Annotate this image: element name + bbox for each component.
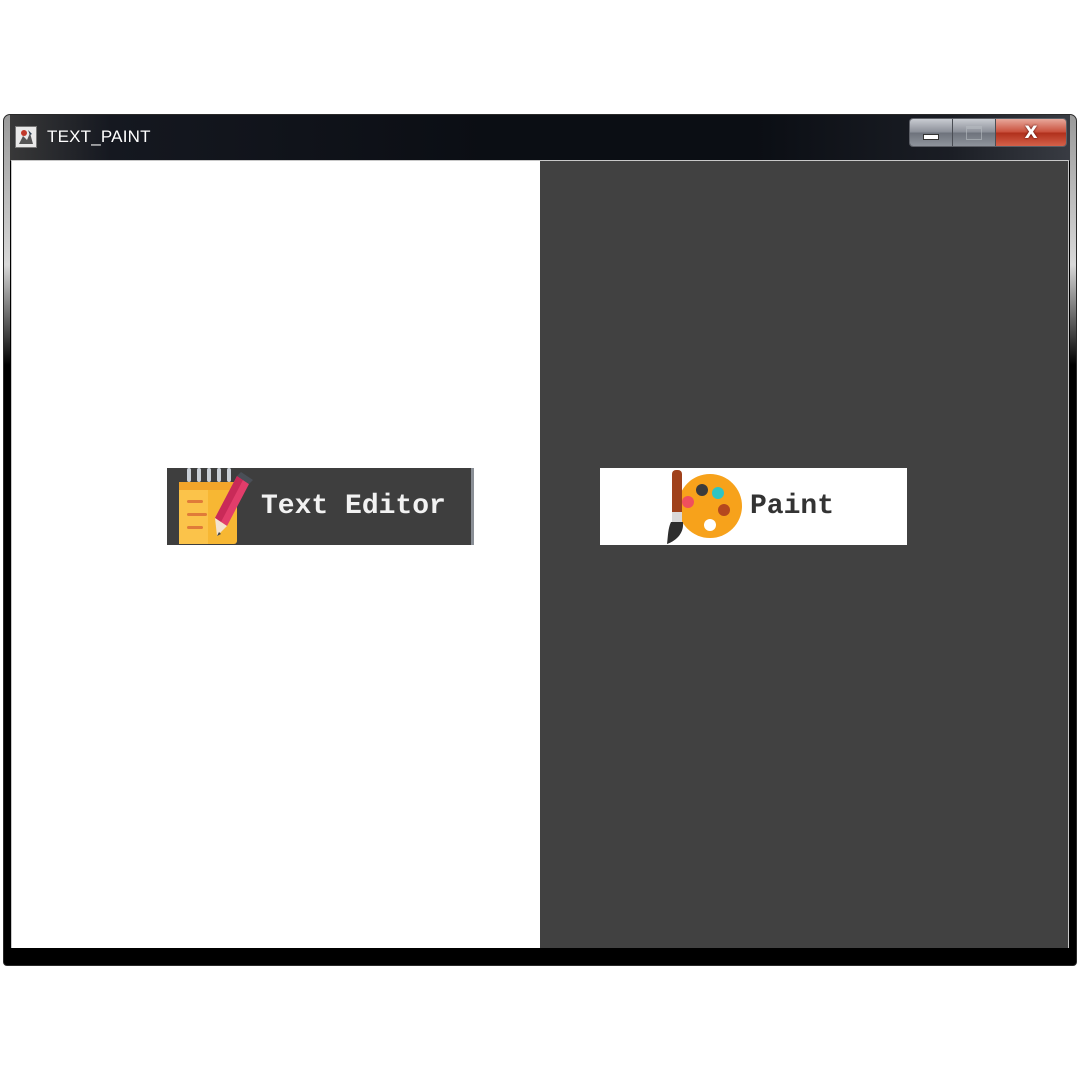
text-editor-button[interactable]: Text Editor <box>167 468 474 545</box>
maximize-icon <box>966 125 982 140</box>
java-app-icon[interactable] <box>15 126 37 148</box>
app-window: TEXT_PAINT X Text Editor Paint <box>3 114 1077 966</box>
close-button[interactable]: X <box>996 119 1066 146</box>
frame-edge-left <box>4 115 10 365</box>
minimize-icon <box>923 133 939 140</box>
client-area: Text Editor Paint <box>11 160 1069 950</box>
window-controls: X <box>909 118 1067 147</box>
close-icon: X <box>1024 122 1038 143</box>
paint-panel: Paint <box>540 161 1068 949</box>
notepad-pencil-icon <box>175 468 255 549</box>
paint-palette-icon <box>664 468 746 549</box>
maximize-button[interactable] <box>953 119 996 146</box>
text-editor-panel: Text Editor <box>12 161 540 949</box>
minimize-button[interactable] <box>910 119 953 146</box>
frame-edge-right <box>1070 115 1076 365</box>
paint-button[interactable]: Paint <box>600 468 907 545</box>
window-title: TEXT_PAINT <box>47 127 151 146</box>
text-editor-label: Text Editor <box>261 491 446 522</box>
title-bar[interactable]: TEXT_PAINT X <box>4 115 1076 365</box>
paint-label: Paint <box>750 491 835 522</box>
frame-bottom <box>4 948 1076 965</box>
